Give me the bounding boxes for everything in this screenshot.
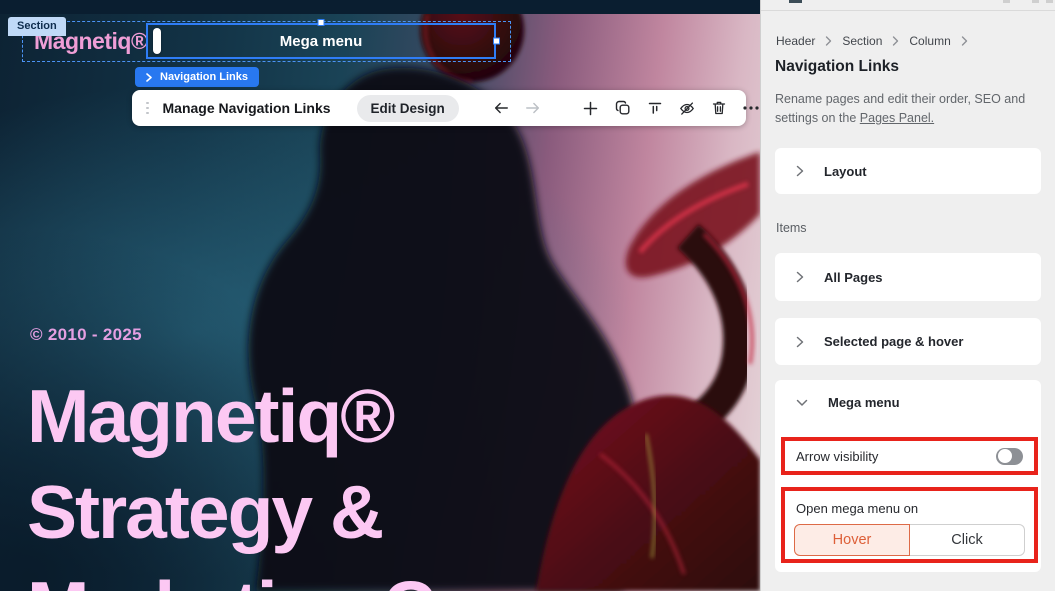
arrow-visibility-toggle[interactable] [996,448,1023,465]
inspector-panel: Header Section Column Navigation Links R… [760,0,1055,591]
element-toolbar: Manage Navigation Links Edit Design [132,90,746,126]
hero-heading-line1: Magnetiq® [27,368,497,464]
element-side-handle[interactable] [153,28,161,54]
accordion-mega-menu: Mega menu Arrow visibility Open mega men… [775,380,1041,572]
accordion-all-pages[interactable]: All Pages [775,253,1041,301]
accordion-mega-menu-label: Mega menu [828,395,900,410]
arrow-visibility-label: Arrow visibility [796,449,878,464]
panel-top-icon [1003,0,1010,3]
accordion-layout-label: Layout [824,164,867,179]
selected-element-box[interactable]: Mega menu [146,23,496,59]
accordion-all-pages-label: All Pages [824,270,883,285]
panel-title: Navigation Links [775,58,899,76]
chevron-right-icon [796,165,804,177]
chevron-right-icon [796,271,804,283]
chevron-down-icon [796,399,808,407]
manage-navigation-links-button[interactable]: Manage Navigation Links [163,100,331,116]
resize-handle-top[interactable] [318,19,325,26]
hero-heading-line3: Marketing Co. [27,560,497,591]
chevron-right-icon [892,36,899,46]
open-mega-menu-label: Open mega menu on [796,501,1025,516]
redo-forward-arrow-icon[interactable] [525,100,541,116]
resize-handle-right[interactable] [493,38,500,45]
panel-top-artifact [789,0,802,3]
undo-back-arrow-icon[interactable] [493,100,509,116]
breadcrumb-item-section[interactable]: Section [842,34,882,48]
panel-description: Rename pages and edit their order, SEO a… [775,90,1031,128]
chevron-right-icon [146,73,152,82]
accordion-selected-page-hover[interactable]: Selected page & hover [775,318,1041,365]
chevron-right-icon [825,36,832,46]
breadcrumb-item-column[interactable]: Column [909,34,950,48]
breadcrumb-item-header[interactable]: Header [776,34,815,48]
selection-badge-label: Navigation Links [160,71,248,83]
chevron-right-icon [796,336,804,348]
selection-breadcrumb-badge[interactable]: Navigation Links [135,67,259,87]
arrow-visibility-highlight-box: Arrow visibility [781,437,1038,475]
hero-heading: Magnetiq® Strategy & Marketing Co. [27,368,497,591]
toggle-knob [998,449,1012,463]
more-options-icon[interactable] [743,100,759,116]
edit-design-button[interactable]: Edit Design [357,95,459,122]
editor-window: © 2010 - 2025 Magnetiq® Strategy & Marke… [0,0,1055,591]
accordion-selected-page-hover-label: Selected page & hover [824,334,963,349]
accordion-layout[interactable]: Layout [775,148,1041,194]
hero-copyright-text: © 2010 - 2025 [30,325,142,345]
accordion-mega-menu-header[interactable]: Mega menu [796,395,900,410]
open-mode-hover-option[interactable]: Hover [794,524,910,556]
open-mode-segmented-control: Hover Click [794,524,1025,556]
items-group-label: Items [776,221,807,235]
delete-trash-icon[interactable] [711,100,727,116]
site-canvas: © 2010 - 2025 Magnetiq® Strategy & Marke… [0,0,760,591]
add-element-icon[interactable] [583,100,599,116]
hero-heading-line2: Strategy & [27,464,497,560]
panel-top-bar [761,0,1055,11]
duplicate-icon[interactable] [615,100,631,116]
hide-eye-slash-icon[interactable] [679,100,695,116]
breadcrumb: Header Section Column [776,34,968,48]
panel-top-icon [1046,0,1053,3]
chevron-right-icon [961,36,968,46]
open-mode-click-option[interactable]: Click [910,524,1025,556]
panel-top-icon [1032,0,1039,3]
drag-handle-icon[interactable] [146,102,149,115]
pages-panel-link[interactable]: Pages Panel. [860,111,934,125]
selected-element-label: Mega menu [280,33,363,50]
open-mega-menu-highlight-box: Open mega menu on Hover Click [781,487,1038,563]
section-tag[interactable]: Section [8,17,66,36]
pin-to-top-icon[interactable] [647,100,663,116]
canvas-top-strip [0,0,760,14]
